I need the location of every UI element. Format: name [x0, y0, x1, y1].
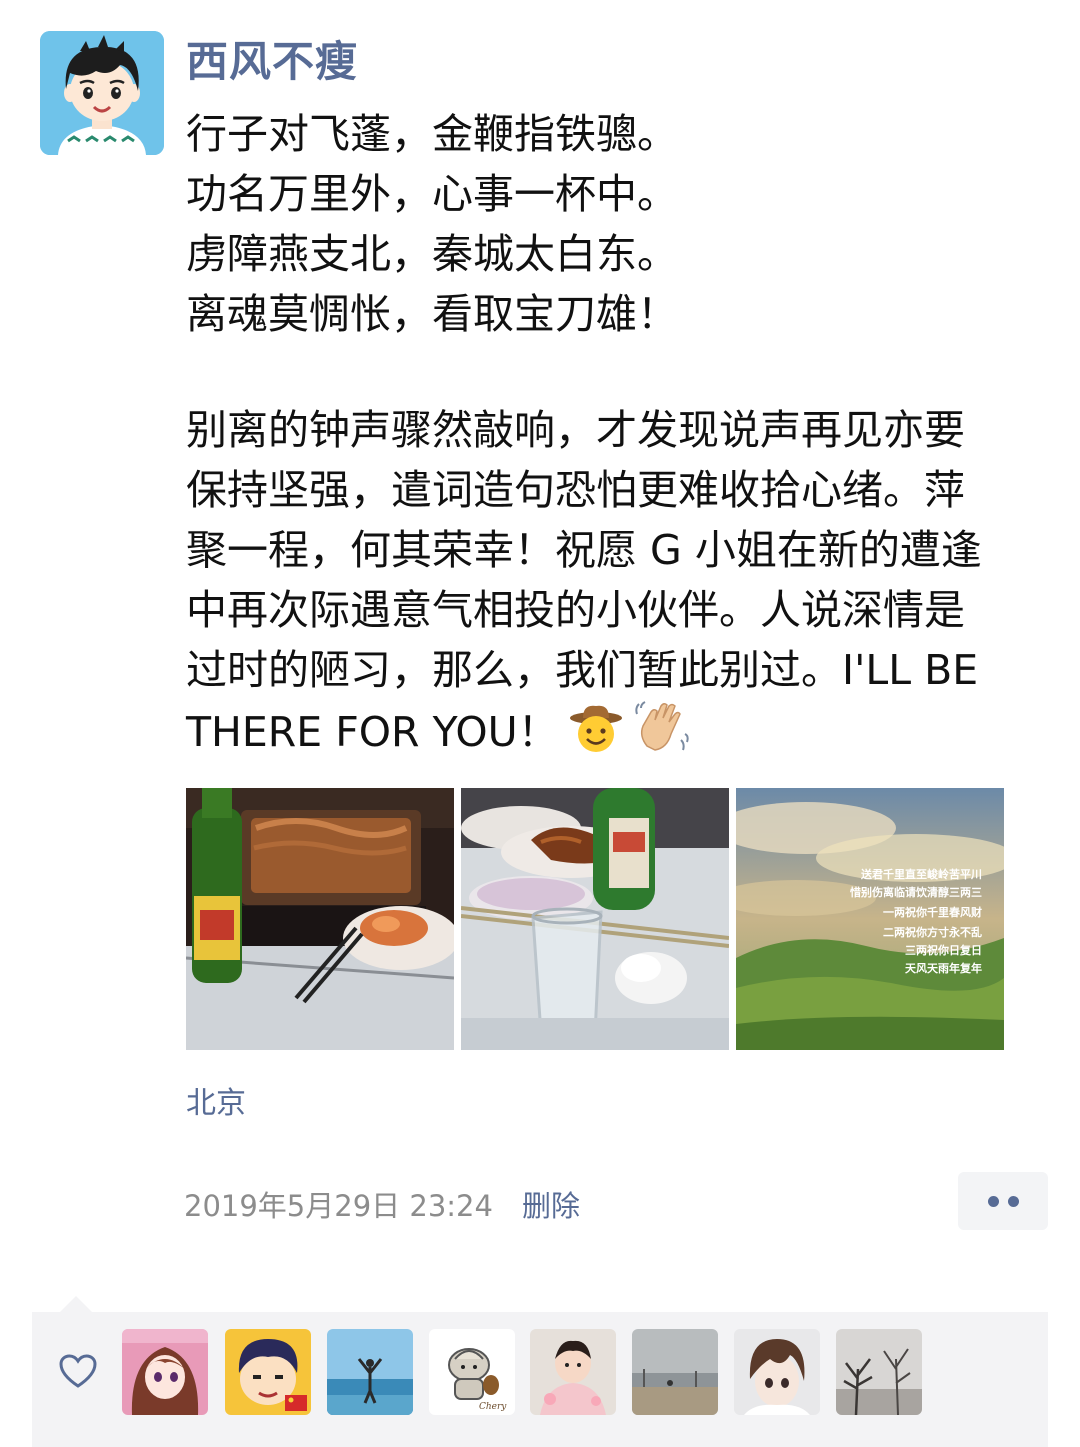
- body-line: 聚一程，何其荣幸！祝愿 G 小姐在新的遭逢: [186, 526, 982, 574]
- liker-avatar-1[interactable]: [122, 1329, 208, 1415]
- photo-table-bottle: [461, 788, 729, 1050]
- liker-avatar-5[interactable]: [530, 1329, 616, 1415]
- anime-girl-avatar: [122, 1329, 208, 1415]
- poem-line: 离魂莫惆怅，看取宝刀雄！: [186, 290, 678, 338]
- body-line-text: THERE FOR YOU！: [186, 708, 559, 756]
- body-line: 过时的陋习，那么，我们暂此别过。I'LL BE: [186, 646, 979, 694]
- likes-panel-arrow: [60, 1296, 92, 1312]
- post-body-text: 别离的钟声骤然敲响，才发现说声再见亦要 保持坚强，遣词造句恐怕更难收拾心绪。萍 …: [186, 400, 1066, 770]
- poem-line: 行子对飞蓬，金鞭指铁骢。: [186, 110, 678, 158]
- liker-avatar-8[interactable]: [836, 1329, 922, 1415]
- post-location[interactable]: 北京: [186, 1080, 246, 1128]
- more-actions-button[interactable]: [958, 1172, 1048, 1230]
- photo-overlay-line: 一两祝你千里春风财: [883, 905, 982, 919]
- body-line: 保持坚强，遣词造句恐怕更难收拾心绪。萍: [186, 466, 965, 514]
- winter-tree-avatar: [836, 1329, 922, 1415]
- post-photo-1[interactable]: [186, 788, 454, 1050]
- anime-boy-avatar: [734, 1329, 820, 1415]
- seaside-photo-avatar: [632, 1329, 718, 1415]
- body-line: 别离的钟声骤然敲响，才发现说声再见亦要: [186, 406, 965, 454]
- moments-post: 西风不瘦 行子对飞蓬，金鞭指铁骢。 功名万里外，心事一杯中。 虏障燕支北，秦城太…: [0, 0, 1080, 1447]
- poem-text: 行子对飞蓬，金鞭指铁骢。 功名万里外，心事一杯中。 虏障燕支北，秦城太白东。 离…: [186, 104, 1056, 344]
- liker-avatar-3[interactable]: [327, 1329, 413, 1415]
- photo-overlay-line: 三两祝你日复日: [905, 943, 982, 957]
- liker-avatar-2[interactable]: [225, 1329, 311, 1415]
- beach-person-avatar: [327, 1329, 413, 1415]
- photo-landscape-poem: 送君千里直至峻岭苦平川 惜别伤离临请饮清醇三两三 一两祝你千里春风财 二两祝你方…: [736, 788, 1004, 1050]
- delete-button[interactable]: 删除: [522, 1182, 580, 1230]
- cartoon-boy-avatar-image: [40, 31, 164, 155]
- post-timestamp: 2019年5月29日 23:24: [184, 1189, 493, 1223]
- photo-overlay-line: 天风天雨年复年: [905, 961, 982, 975]
- body-line-last: THERE FOR YOU！: [186, 700, 1066, 770]
- username[interactable]: 西风不瘦: [186, 32, 358, 92]
- poem-line: 虏障燕支北，秦城太白东。: [186, 230, 678, 278]
- user-avatar[interactable]: [40, 31, 164, 155]
- liker-avatar-6[interactable]: [632, 1329, 718, 1415]
- post-photo-3[interactable]: 送君千里直至峻岭苦平川 惜别伤离临请饮清醇三两三 一两祝你千里春风财 二两祝你方…: [736, 788, 1004, 1050]
- post-photo-2[interactable]: [461, 788, 729, 1050]
- photo-overlay-line: 送君千里直至峻岭苦平川: [860, 867, 982, 881]
- photo-overlay-line: 二两祝你方寸永不乱: [883, 925, 982, 939]
- heart-icon: [58, 1352, 98, 1392]
- liker-avatar-4[interactable]: Chery: [429, 1329, 515, 1415]
- poem-line: 功名万里外，心事一杯中。: [186, 170, 678, 218]
- body-line: 中再次际遇意气相投的小伙伴。人说深情是: [186, 586, 965, 634]
- liker-avatar-7[interactable]: [734, 1329, 820, 1415]
- svg-text:Chery: Chery: [479, 1402, 507, 1412]
- photo-grilled-fish: [186, 788, 454, 1050]
- more-dot-icon: [988, 1196, 999, 1207]
- baby-photo-avatar: [530, 1329, 616, 1415]
- waving-hand-icon: [633, 700, 689, 770]
- cartoon-boy-avatar: [225, 1329, 311, 1415]
- photo-overlay-line: 惜别伤离临请饮清醇三两三: [850, 885, 982, 899]
- cartoon-character-avatar: Chery: [429, 1329, 515, 1415]
- cowboy-face-icon: [569, 704, 623, 770]
- more-dot-icon: [1008, 1196, 1019, 1207]
